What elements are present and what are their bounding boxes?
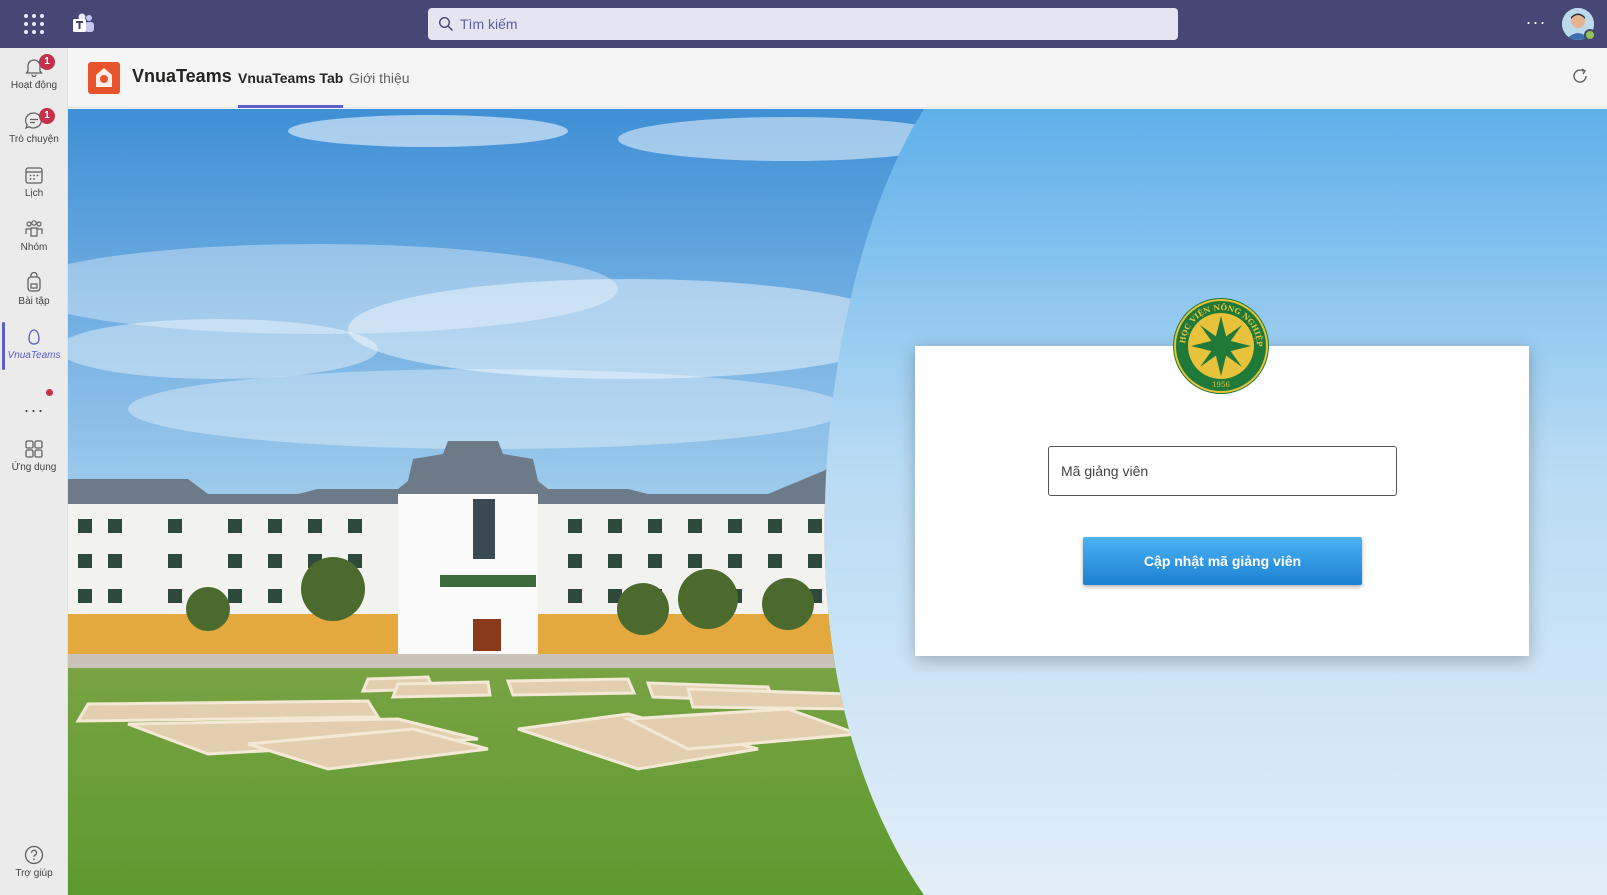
- more-options-icon[interactable]: ···: [1524, 12, 1548, 36]
- rail-item-assignments[interactable]: Bài tập: [0, 266, 68, 320]
- app-header: VnuaTeams VnuaTeams Tab Giới thiệu: [68, 48, 1607, 108]
- rail-label: Ứng dụng: [11, 462, 57, 473]
- rail-item-vnuateams[interactable]: VnuaTeams: [0, 320, 68, 374]
- tab-vnuateams[interactable]: VnuaTeams Tab: [238, 70, 344, 108]
- activity-badge: 1: [39, 54, 55, 70]
- top-bar: ···: [0, 0, 1607, 48]
- help-label: Trợ giúp: [15, 868, 53, 879]
- lecturer-code-input[interactable]: [1048, 446, 1397, 496]
- rail-item-apps[interactable]: Ứng dụng: [0, 432, 68, 486]
- rail-label: VnuaTeams: [7, 350, 61, 361]
- backpack-icon: [27, 272, 41, 292]
- refresh-icon[interactable]: [1570, 66, 1590, 86]
- app-rail: 1 Hoạt động 1 Trò chuyện Lịch Nhóm Bài t…: [0, 48, 68, 895]
- app-launcher-icon[interactable]: [22, 12, 46, 36]
- teams-icon: [25, 220, 43, 237]
- rail-label: Lịch: [24, 188, 44, 199]
- rail-item-chat[interactable]: 1 Trò chuyện: [0, 104, 68, 158]
- rail-item-teams[interactable]: Nhóm: [0, 212, 68, 266]
- presence-available-icon: [1584, 29, 1596, 41]
- chat-badge: 1: [39, 108, 55, 124]
- notification-dot: [46, 389, 53, 396]
- more-apps-icon[interactable]: ···: [0, 400, 68, 421]
- help-icon: [24, 845, 44, 865]
- vnuateams-logo: [88, 62, 120, 94]
- rail-item-calendar[interactable]: Lịch: [0, 158, 68, 212]
- search-bar[interactable]: [428, 8, 1178, 40]
- rail-item-activity[interactable]: 1 Hoạt động: [0, 50, 68, 104]
- apps-icon: [25, 440, 43, 458]
- app-logo-icon: [96, 68, 112, 87]
- rail-label: Trò chuyện: [9, 134, 59, 145]
- search-icon: [438, 16, 453, 31]
- update-lecturer-code-button[interactable]: Cập nhật mã giảng viên: [1083, 537, 1362, 585]
- app-name: VnuaTeams: [132, 66, 232, 86]
- seal-year: 1956: [1212, 381, 1230, 389]
- rail-label: Bài tập: [18, 296, 50, 307]
- university-seal: HỌC VIỆN NÔNG NGHIỆP VIỆT NAM 1956: [1171, 296, 1269, 394]
- rail-label: Hoạt động: [10, 80, 58, 91]
- rail-label: Nhóm: [20, 242, 48, 253]
- help-button[interactable]: Trợ giúp: [0, 844, 68, 879]
- tab-about[interactable]: Giới thiệu: [349, 70, 410, 108]
- vnuateams-app-icon: [28, 329, 40, 345]
- calendar-icon: [25, 167, 43, 184]
- tab-content: HỌC VIỆN NÔNG NGHIỆP VIỆT NAM 1956 Cập n…: [68, 109, 1607, 895]
- teams-logo-icon[interactable]: [70, 11, 96, 37]
- search-input[interactable]: [460, 16, 1140, 32]
